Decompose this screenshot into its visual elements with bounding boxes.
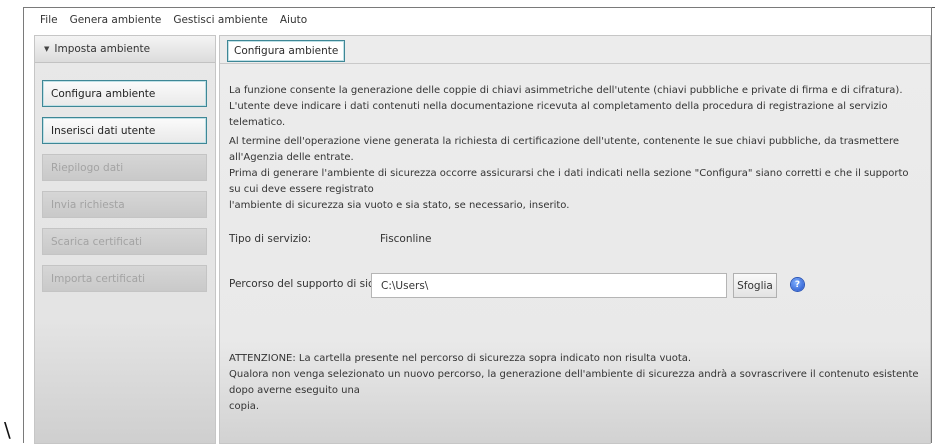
- warning-line-1: ATTENZIONE: La cartella presente nel per…: [229, 353, 692, 364]
- app-window: File Genera ambiente Gestisci ambiente A…: [23, 7, 932, 444]
- menu-genera-ambiente[interactable]: Genera ambiente: [64, 14, 168, 26]
- menu-aiuto[interactable]: Aiuto: [274, 14, 313, 26]
- info-text: Al termine dell'operazione viene generat…: [229, 134, 919, 214]
- info-line-1: Al termine dell'operazione viene generat…: [229, 136, 900, 163]
- sidebar-item-inserisci-dati-utente[interactable]: Inserisci dati utente: [42, 117, 207, 144]
- intro-line-1: La funzione consente la generazione dell…: [229, 85, 903, 96]
- stray-backslash: \: [4, 418, 11, 442]
- security-path-label: Percorso del supporto di sicur...: [229, 278, 394, 290]
- sidebar-item-importa-certificati[interactable]: Importa certificati: [42, 265, 207, 292]
- intro-line-2: L'utente deve indicare i dati contenuti …: [229, 101, 888, 128]
- tab-divider: [220, 63, 930, 64]
- info-line-2: Prima di generare l'ambiente di sicurezz…: [229, 168, 909, 195]
- sidebar-section-title: Imposta ambiente: [54, 43, 151, 55]
- main-panel: Configura ambiente La funzione consente …: [219, 35, 931, 444]
- sidebar-item-configura-ambiente[interactable]: Configura ambiente: [42, 80, 207, 107]
- sidebar-item-invia-richiesta[interactable]: Invia richiesta: [42, 191, 207, 218]
- info-line-3: l'ambiente di sicurezza sia vuoto e sia …: [229, 200, 570, 211]
- menu-bar: File Genera ambiente Gestisci ambiente A…: [24, 8, 931, 32]
- sidebar-section-header[interactable]: ▼ Imposta ambiente: [35, 36, 215, 63]
- service-type-value: Fisconline: [380, 233, 432, 245]
- menu-gestisci-ambiente[interactable]: Gestisci ambiente: [167, 14, 274, 26]
- intro-text: La funzione consente la generazione dell…: [229, 83, 919, 131]
- warning-line-2: Qualora non venga selezionato un nuovo p…: [229, 369, 919, 396]
- sidebar-item-riepilogo-dati[interactable]: Riepilogo dati: [42, 154, 207, 181]
- sidebar: ▼ Imposta ambiente Configura ambiente In…: [34, 35, 216, 444]
- help-icon[interactable]: ?: [791, 278, 804, 291]
- browse-button[interactable]: Sfoglia: [733, 273, 777, 298]
- sidebar-item-scarica-certificati[interactable]: Scarica certificati: [42, 228, 207, 255]
- warning-text: ATTENZIONE: La cartella presente nel per…: [229, 351, 919, 415]
- security-path-value: C:\Users\: [381, 279, 429, 292]
- warning-line-3: copia.: [229, 401, 260, 412]
- security-path-input[interactable]: C:\Users\: [371, 273, 727, 298]
- tab-configura-ambiente[interactable]: Configura ambiente: [227, 40, 346, 62]
- service-type-label: Tipo di servizio:: [229, 233, 312, 245]
- expand-triangle-icon: ▼: [44, 45, 50, 53]
- menu-file[interactable]: File: [34, 14, 64, 26]
